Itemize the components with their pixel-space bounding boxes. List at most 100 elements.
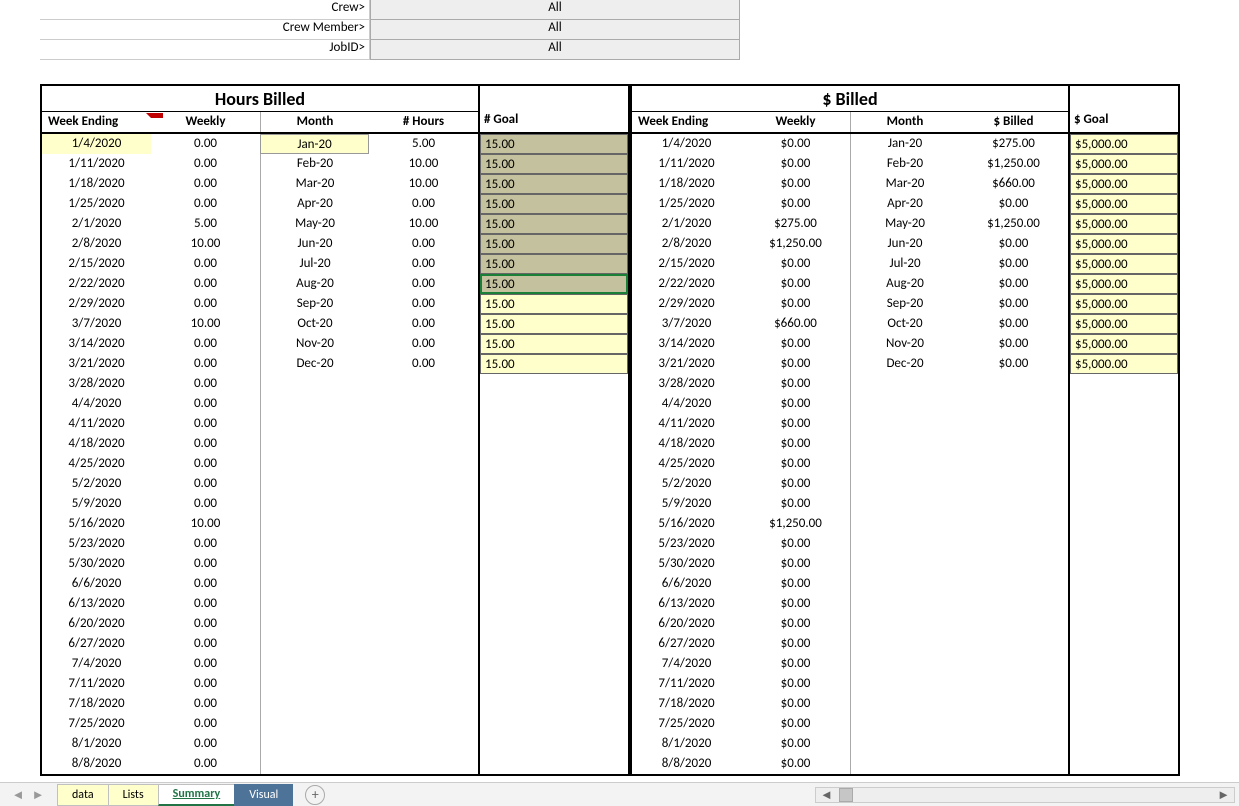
hours-billed-block[interactable]: Hours Billed Week Ending Weekly Month # … <box>40 84 480 776</box>
table-row[interactable]: 5/9/20200.00 <box>42 494 478 514</box>
cell-value[interactable]: $1,250.00 <box>959 154 1068 174</box>
cell-value[interactable] <box>959 674 1068 694</box>
goal-cell[interactable]: $5,000.00 <box>1070 154 1178 174</box>
cell-weekly[interactable]: 0.00 <box>151 334 260 354</box>
cell-weekly[interactable]: 0.00 <box>151 594 260 614</box>
cell-value[interactable]: $0.00 <box>959 274 1068 294</box>
table-row[interactable]: 6/20/20200.00 <box>42 614 478 634</box>
cell-week-ending[interactable]: 3/28/2020 <box>632 374 741 394</box>
cell-weekly[interactable]: 0.00 <box>151 734 260 754</box>
cell-weekly[interactable]: 0.00 <box>151 414 260 434</box>
dollar-goal-block[interactable]: $ Goal $5,000.00$5,000.00$5,000.00$5,000… <box>1070 84 1180 776</box>
table-row[interactable]: 8/8/2020$0.00 <box>632 754 1068 774</box>
table-row[interactable]: 2/8/202010.00Jun-200.00 <box>42 234 478 254</box>
cell-month[interactable] <box>260 594 369 614</box>
cell-value[interactable] <box>369 694 478 714</box>
cell-month[interactable] <box>850 594 959 614</box>
hours-goal-rows[interactable]: 15.0015.0015.0015.0015.0015.0015.0015.00… <box>480 134 628 374</box>
table-row[interactable]: 4/11/20200.00 <box>42 414 478 434</box>
cell-month[interactable]: May-20 <box>850 214 959 234</box>
cell-weekly[interactable]: $0.00 <box>741 534 850 554</box>
cell-week-ending[interactable]: 2/29/2020 <box>632 294 741 314</box>
cell-weekly[interactable]: 0.00 <box>151 674 260 694</box>
goal-cell[interactable]: $5,000.00 <box>1070 294 1178 314</box>
goal-cell[interactable]: $5,000.00 <box>1070 174 1178 194</box>
cell-week-ending[interactable]: 2/22/2020 <box>632 274 741 294</box>
cell-week-ending[interactable]: 2/8/2020 <box>632 234 741 254</box>
cell-month[interactable] <box>260 374 369 394</box>
cell-weekly[interactable]: $0.00 <box>741 434 850 454</box>
cell-weekly[interactable]: $0.00 <box>741 274 850 294</box>
cell-weekly[interactable]: 0.00 <box>151 134 260 154</box>
goal-cell[interactable]: 15.00 <box>480 354 628 374</box>
goal-cell[interactable]: $5,000.00 <box>1070 274 1178 294</box>
cell-month[interactable] <box>850 394 959 414</box>
cell-value[interactable]: $0.00 <box>959 314 1068 334</box>
cell-weekly[interactable]: $0.00 <box>741 554 850 574</box>
cell-value[interactable]: 0.00 <box>369 274 478 294</box>
cell-value[interactable] <box>369 534 478 554</box>
cell-month[interactable] <box>850 554 959 574</box>
cell-week-ending[interactable]: 4/11/2020 <box>632 414 741 434</box>
table-row[interactable]: 7/4/2020$0.00 <box>632 654 1068 674</box>
table-row[interactable]: 5/2/20200.00 <box>42 474 478 494</box>
cell-week-ending[interactable]: 5/9/2020 <box>632 494 741 514</box>
comment-indicator-icon[interactable] <box>146 113 163 118</box>
cell-week-ending[interactable]: 3/7/2020 <box>632 314 741 334</box>
cell-week-ending[interactable]: 1/4/2020 <box>632 134 741 154</box>
cell-value[interactable] <box>369 574 478 594</box>
cell-week-ending[interactable]: 1/18/2020 <box>632 174 741 194</box>
cell-value[interactable] <box>369 734 478 754</box>
cell-value[interactable] <box>369 434 478 454</box>
cell-weekly[interactable]: 0.00 <box>151 394 260 414</box>
cell-value[interactable] <box>369 454 478 474</box>
cell-week-ending[interactable]: 1/11/2020 <box>42 154 151 174</box>
cell-weekly[interactable]: 0.00 <box>151 554 260 574</box>
cell-week-ending[interactable]: 5/16/2020 <box>42 514 151 534</box>
goal-cell[interactable]: 15.00 <box>480 174 628 194</box>
cell-week-ending[interactable]: 5/2/2020 <box>42 474 151 494</box>
cell-weekly[interactable]: $0.00 <box>741 714 850 734</box>
cell-week-ending[interactable]: 5/30/2020 <box>632 554 741 574</box>
cell-week-ending[interactable]: 1/25/2020 <box>632 194 741 214</box>
hours-rows[interactable]: 1/4/20200.00Jan-205.001/11/20200.00Feb-2… <box>42 134 478 774</box>
table-row[interactable]: 1/11/2020$0.00Feb-20$1,250.00 <box>632 154 1068 174</box>
table-row[interactable]: 3/7/2020$660.00Oct-20$0.00 <box>632 314 1068 334</box>
cell-month[interactable]: Nov-20 <box>850 334 959 354</box>
cell-weekly[interactable]: 0.00 <box>151 654 260 674</box>
cell-month[interactable]: Dec-20 <box>850 354 959 374</box>
cell-week-ending[interactable]: 4/4/2020 <box>632 394 741 414</box>
filter-value[interactable]: All <box>370 20 740 40</box>
goal-cell[interactable]: 15.00 <box>480 234 628 254</box>
cell-month[interactable]: Jun-20 <box>850 234 959 254</box>
cell-value[interactable]: $1,250.00 <box>959 214 1068 234</box>
cell-weekly[interactable]: $0.00 <box>741 674 850 694</box>
cell-week-ending[interactable]: 2/8/2020 <box>42 234 151 254</box>
cell-value[interactable] <box>959 534 1068 554</box>
sheet-tab-lists[interactable]: Lists <box>108 784 159 806</box>
cell-weekly[interactable]: $0.00 <box>741 174 850 194</box>
cell-week-ending[interactable]: 7/4/2020 <box>632 654 741 674</box>
cell-week-ending[interactable]: 6/13/2020 <box>42 594 151 614</box>
cell-month[interactable] <box>260 554 369 574</box>
cell-weekly[interactable]: 0.00 <box>151 534 260 554</box>
cell-month[interactable] <box>260 474 369 494</box>
cell-month[interactable]: May-20 <box>260 214 369 234</box>
cell-value[interactable]: $660.00 <box>959 174 1068 194</box>
goal-cell[interactable]: $5,000.00 <box>1070 134 1178 154</box>
cell-value[interactable] <box>959 574 1068 594</box>
cell-month[interactable]: Oct-20 <box>850 314 959 334</box>
cell-month[interactable] <box>260 674 369 694</box>
cell-value[interactable]: 10.00 <box>369 174 478 194</box>
cell-month[interactable] <box>850 754 959 774</box>
cell-value[interactable]: $0.00 <box>959 294 1068 314</box>
cell-week-ending[interactable]: 4/11/2020 <box>42 414 151 434</box>
cell-value[interactable]: $0.00 <box>959 334 1068 354</box>
scroll-right-icon[interactable]: ► <box>1213 787 1234 803</box>
cell-value[interactable] <box>959 614 1068 634</box>
cell-month[interactable]: Apr-20 <box>850 194 959 214</box>
table-row[interactable]: 2/15/2020$0.00Jul-20$0.00 <box>632 254 1068 274</box>
table-row[interactable]: 6/20/2020$0.00 <box>632 614 1068 634</box>
cell-weekly[interactable]: $0.00 <box>741 334 850 354</box>
dollar-billed-block[interactable]: $ Billed Week Ending Weekly Month $ Bill… <box>630 84 1070 776</box>
